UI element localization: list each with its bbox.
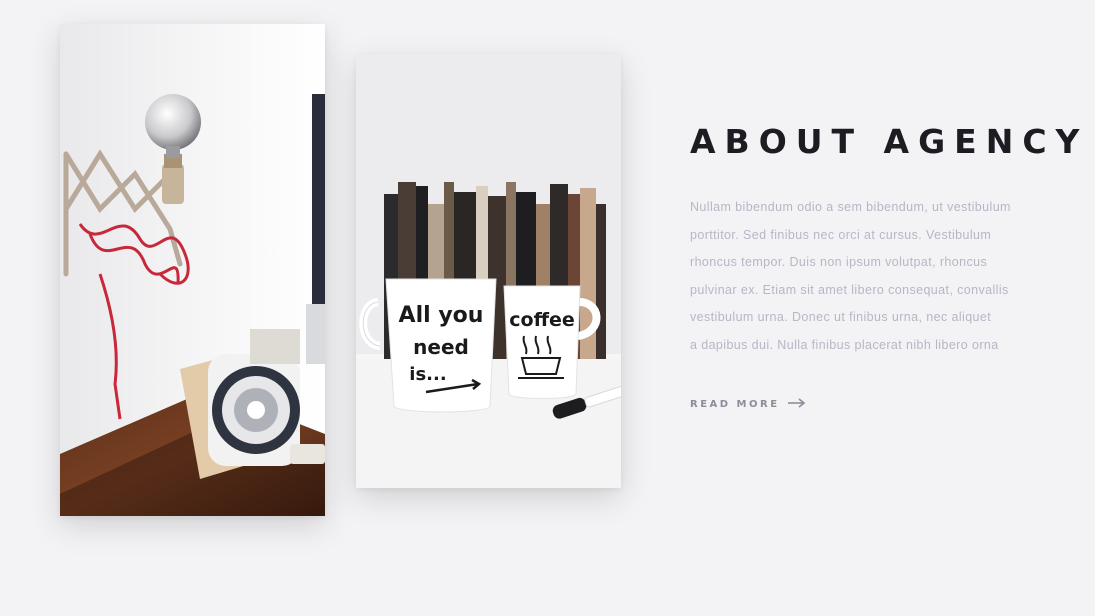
- desk-lamp-speaker-photo: [60, 24, 325, 516]
- svg-text:coffee: coffee: [509, 309, 574, 331]
- section-title: ABOUT AGENCY: [690, 122, 1089, 161]
- about-paragraph: Nullam bibendum odio a sem bibendum, ut …: [690, 194, 1095, 359]
- paragraph-line: pulvinar ex. Etiam sit amet libero conse…: [690, 282, 1009, 297]
- coffee-mugs-books-photo: All you need is... coffee: [356, 54, 621, 488]
- svg-text:is...: is...: [409, 364, 446, 385]
- read-more-link[interactable]: READ MORE: [690, 395, 806, 413]
- paragraph-line: a dapibus dui. Nulla finibus placerat ni…: [690, 337, 999, 352]
- paragraph-line: rhoncus tempor. Duis non ipsum volutpat,…: [690, 255, 988, 269]
- svg-text:All you: All you: [399, 303, 484, 328]
- read-more-label: READ MORE: [690, 398, 780, 410]
- paragraph-line: porttitor. Sed finibus nec orci at cursu…: [690, 227, 992, 242]
- about-section: All you need is... coffee ABOUT AGENCY N…: [0, 0, 1095, 616]
- about-content: ABOUT AGENCY Nullam bibendum odio a sem …: [690, 118, 1095, 413]
- arrow-right-icon: [787, 395, 806, 413]
- paragraph-line: vestibulum urna. Donec ut finibus urna, …: [690, 310, 992, 324]
- paragraph-line: Nullam bibendum odio a sem bibendum, ut …: [690, 200, 1011, 214]
- svg-text:need: need: [413, 335, 469, 359]
